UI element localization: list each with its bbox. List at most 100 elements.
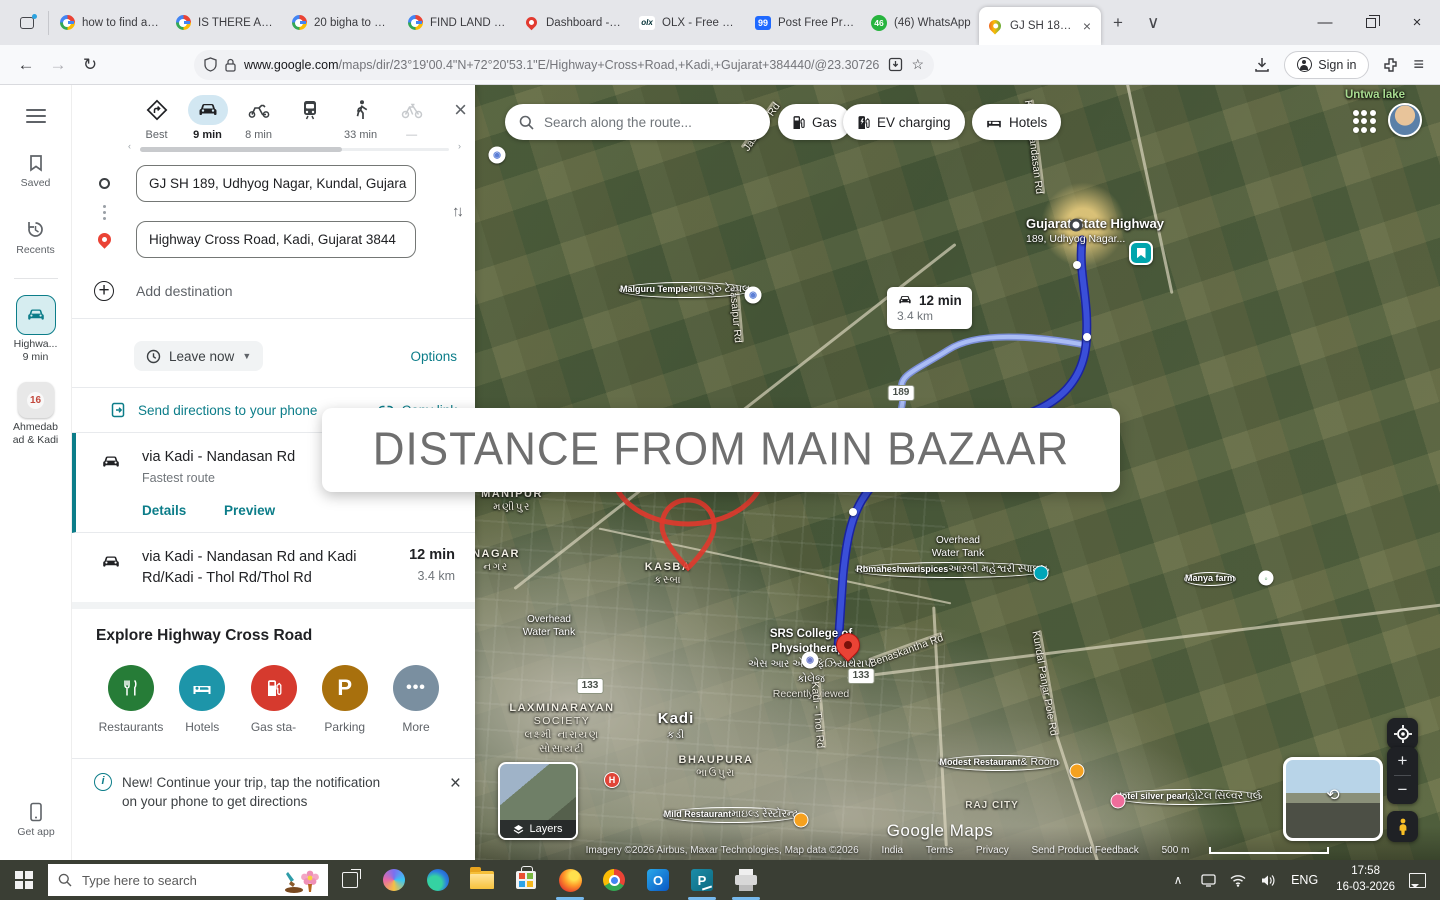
route-waypoint-dot[interactable] bbox=[1073, 261, 1081, 269]
file-explorer-icon[interactable] bbox=[460, 860, 504, 900]
scroll-right-arrow[interactable]: › bbox=[458, 141, 461, 151]
zoom-out-button[interactable]: − bbox=[1387, 776, 1418, 804]
window-close-button[interactable]: × bbox=[1394, 0, 1440, 45]
attribution-india[interactable]: India bbox=[881, 845, 903, 856]
task-view-button[interactable] bbox=[328, 860, 372, 900]
route-option-2[interactable]: via Kadi - Nandasan Rd and Kadi Rd/Kadi … bbox=[72, 533, 475, 602]
tab-close-icon[interactable]: × bbox=[1081, 18, 1093, 34]
spices-poi-icon[interactable] bbox=[1034, 566, 1049, 581]
tab-active-maps[interactable]: GJ SH 189, U× bbox=[979, 7, 1101, 45]
sidebar-item-recents[interactable]: Recents bbox=[0, 219, 71, 256]
temple-poi-icon[interactable]: ◉ bbox=[745, 287, 762, 304]
explore-parking[interactable]: P Parking bbox=[312, 665, 378, 734]
route-waypoint-dot[interactable] bbox=[849, 508, 857, 516]
add-destination-button[interactable]: + Add destination bbox=[72, 280, 475, 302]
sidebar-item-saved[interactable]: Saved bbox=[0, 153, 71, 189]
clock[interactable]: 17:58 16-03-2026 bbox=[1326, 864, 1405, 895]
wifi-icon[interactable] bbox=[1223, 860, 1253, 900]
chip-ev-charging[interactable]: EV charging bbox=[843, 104, 965, 140]
options-link[interactable]: Options bbox=[410, 349, 457, 364]
places-shortcut[interactable]: 16 bbox=[18, 382, 54, 418]
search-along-route-input[interactable]: Search along the route... bbox=[505, 104, 770, 140]
mode-two-wheeler[interactable]: 8 min bbox=[236, 95, 281, 141]
hospital-poi-icon[interactable]: H bbox=[604, 772, 620, 788]
mode-best[interactable]: Best bbox=[134, 95, 179, 141]
attribution-feedback[interactable]: Send Product Feedback bbox=[1032, 845, 1139, 856]
profile-avatar[interactable] bbox=[1388, 103, 1422, 137]
my-location-button[interactable] bbox=[1387, 718, 1418, 749]
window-minimize-button[interactable]: — bbox=[1302, 0, 1348, 45]
start-button[interactable] bbox=[0, 860, 48, 900]
restaurant-poi-icon[interactable] bbox=[1070, 764, 1085, 779]
street-view-preview[interactable]: ⟲ bbox=[1283, 757, 1383, 841]
menu-hamburger-icon[interactable]: ≡ bbox=[1413, 54, 1424, 75]
taskbar-search-input[interactable]: Type here to search bbox=[48, 864, 328, 896]
scrollbar-thumb[interactable] bbox=[140, 147, 342, 152]
scroll-left-arrow[interactable]: ‹ bbox=[128, 141, 131, 151]
explore-hotels[interactable]: Hotels bbox=[169, 665, 235, 734]
back-icon[interactable]: ← bbox=[10, 50, 42, 80]
pegman-button[interactable] bbox=[1387, 811, 1418, 842]
get-app-button[interactable]: Get app bbox=[0, 802, 72, 838]
mode-transit[interactable] bbox=[287, 95, 332, 129]
modes-scrollbar[interactable]: ‹ › bbox=[132, 145, 457, 153]
tab-3[interactable]: 20 bigha to acre bbox=[283, 0, 399, 45]
firefox-view-icon[interactable] bbox=[12, 8, 42, 38]
tab-8[interactable]: 46(46) WhatsApp bbox=[863, 0, 979, 45]
copilot-icon[interactable] bbox=[372, 860, 416, 900]
menu-icon[interactable] bbox=[26, 109, 46, 123]
window-restore-button[interactable] bbox=[1348, 0, 1394, 45]
google-apps-grid-icon[interactable] bbox=[1350, 107, 1378, 135]
mode-driving[interactable]: 9 min bbox=[185, 95, 230, 141]
dismiss-notification-icon[interactable]: × bbox=[450, 773, 461, 795]
zoom-in-button[interactable]: + bbox=[1387, 747, 1418, 775]
downloads-icon[interactable] bbox=[1254, 57, 1270, 73]
chip-hotels[interactable]: Hotels bbox=[972, 104, 1061, 140]
url-bar[interactable]: www.google.com/maps/dir/23°19'00.4"N+72°… bbox=[194, 50, 934, 80]
tab-6[interactable]: olxOLX - Free class bbox=[631, 0, 747, 45]
display-device-icon[interactable] bbox=[1193, 860, 1223, 900]
explore-restaurants[interactable]: Restaurants bbox=[98, 665, 164, 734]
mode-walking[interactable]: 33 min bbox=[338, 95, 383, 141]
tab-5[interactable]: Dashboard - De bbox=[515, 0, 631, 45]
mode-cycling[interactable]: — bbox=[389, 95, 434, 141]
close-directions-icon[interactable]: × bbox=[454, 95, 467, 125]
reload-icon[interactable]: ↻ bbox=[74, 50, 106, 80]
explore-more[interactable]: ••• More bbox=[383, 665, 449, 734]
outlook-icon[interactable]: O bbox=[636, 860, 680, 900]
save-to-collection-icon[interactable] bbox=[888, 57, 903, 72]
destination-input[interactable]: Highway Cross Road, Kadi, Gujarat 3844 bbox=[136, 221, 416, 258]
printer-icon[interactable] bbox=[724, 860, 768, 900]
leave-now-dropdown[interactable]: Leave now ▼ bbox=[134, 341, 263, 371]
origin-marker[interactable] bbox=[1070, 219, 1083, 232]
new-tab-button[interactable]: + bbox=[1101, 13, 1135, 33]
active-route-shortcut[interactable] bbox=[16, 295, 56, 335]
route-time-bubble[interactable]: 12 min 3.4 km bbox=[887, 287, 972, 329]
saved-place-marker[interactable] bbox=[1129, 241, 1153, 265]
explore-gas-stations[interactable]: Gas sta- bbox=[241, 665, 307, 734]
tab-7[interactable]: 99Post Free Prope bbox=[747, 0, 863, 45]
chip-gas[interactable]: Gas bbox=[778, 104, 851, 140]
forward-icon[interactable]: → bbox=[42, 50, 74, 80]
tab-list-chevron-icon[interactable]: ∨ bbox=[1135, 13, 1171, 33]
roundabout-icon[interactable]: ◉ bbox=[489, 147, 506, 164]
sign-in-button[interactable]: Sign in bbox=[1284, 51, 1369, 79]
action-center-icon[interactable] bbox=[1409, 873, 1426, 888]
attribution-terms[interactable]: Terms bbox=[926, 845, 953, 856]
bookmark-star-icon[interactable]: ☆ bbox=[911, 56, 924, 73]
swap-origin-destination-icon[interactable]: ↑↓ bbox=[452, 203, 461, 220]
layers-control[interactable]: Layers bbox=[498, 762, 578, 840]
chrome-icon[interactable] bbox=[592, 860, 636, 900]
volume-icon[interactable] bbox=[1253, 860, 1283, 900]
origin-input[interactable]: GJ SH 189, Udhyog Nagar, Kundal, Gujara bbox=[136, 165, 416, 202]
microsoft-store-icon[interactable] bbox=[504, 860, 548, 900]
language-indicator[interactable]: ENG bbox=[1283, 873, 1326, 887]
attribution-privacy[interactable]: Privacy bbox=[976, 845, 1009, 856]
tab-4[interactable]: FIND LAND BUY bbox=[399, 0, 515, 45]
hotel-poi-icon[interactable] bbox=[1111, 794, 1126, 809]
route-preview-link[interactable]: Preview bbox=[224, 503, 275, 518]
farm-poi-icon[interactable]: ◦ bbox=[1259, 571, 1274, 586]
edge-icon[interactable] bbox=[416, 860, 460, 900]
send-to-phone-link[interactable]: Send directions to your phone bbox=[138, 403, 317, 418]
college-poi-icon[interactable]: ◉ bbox=[802, 652, 819, 669]
